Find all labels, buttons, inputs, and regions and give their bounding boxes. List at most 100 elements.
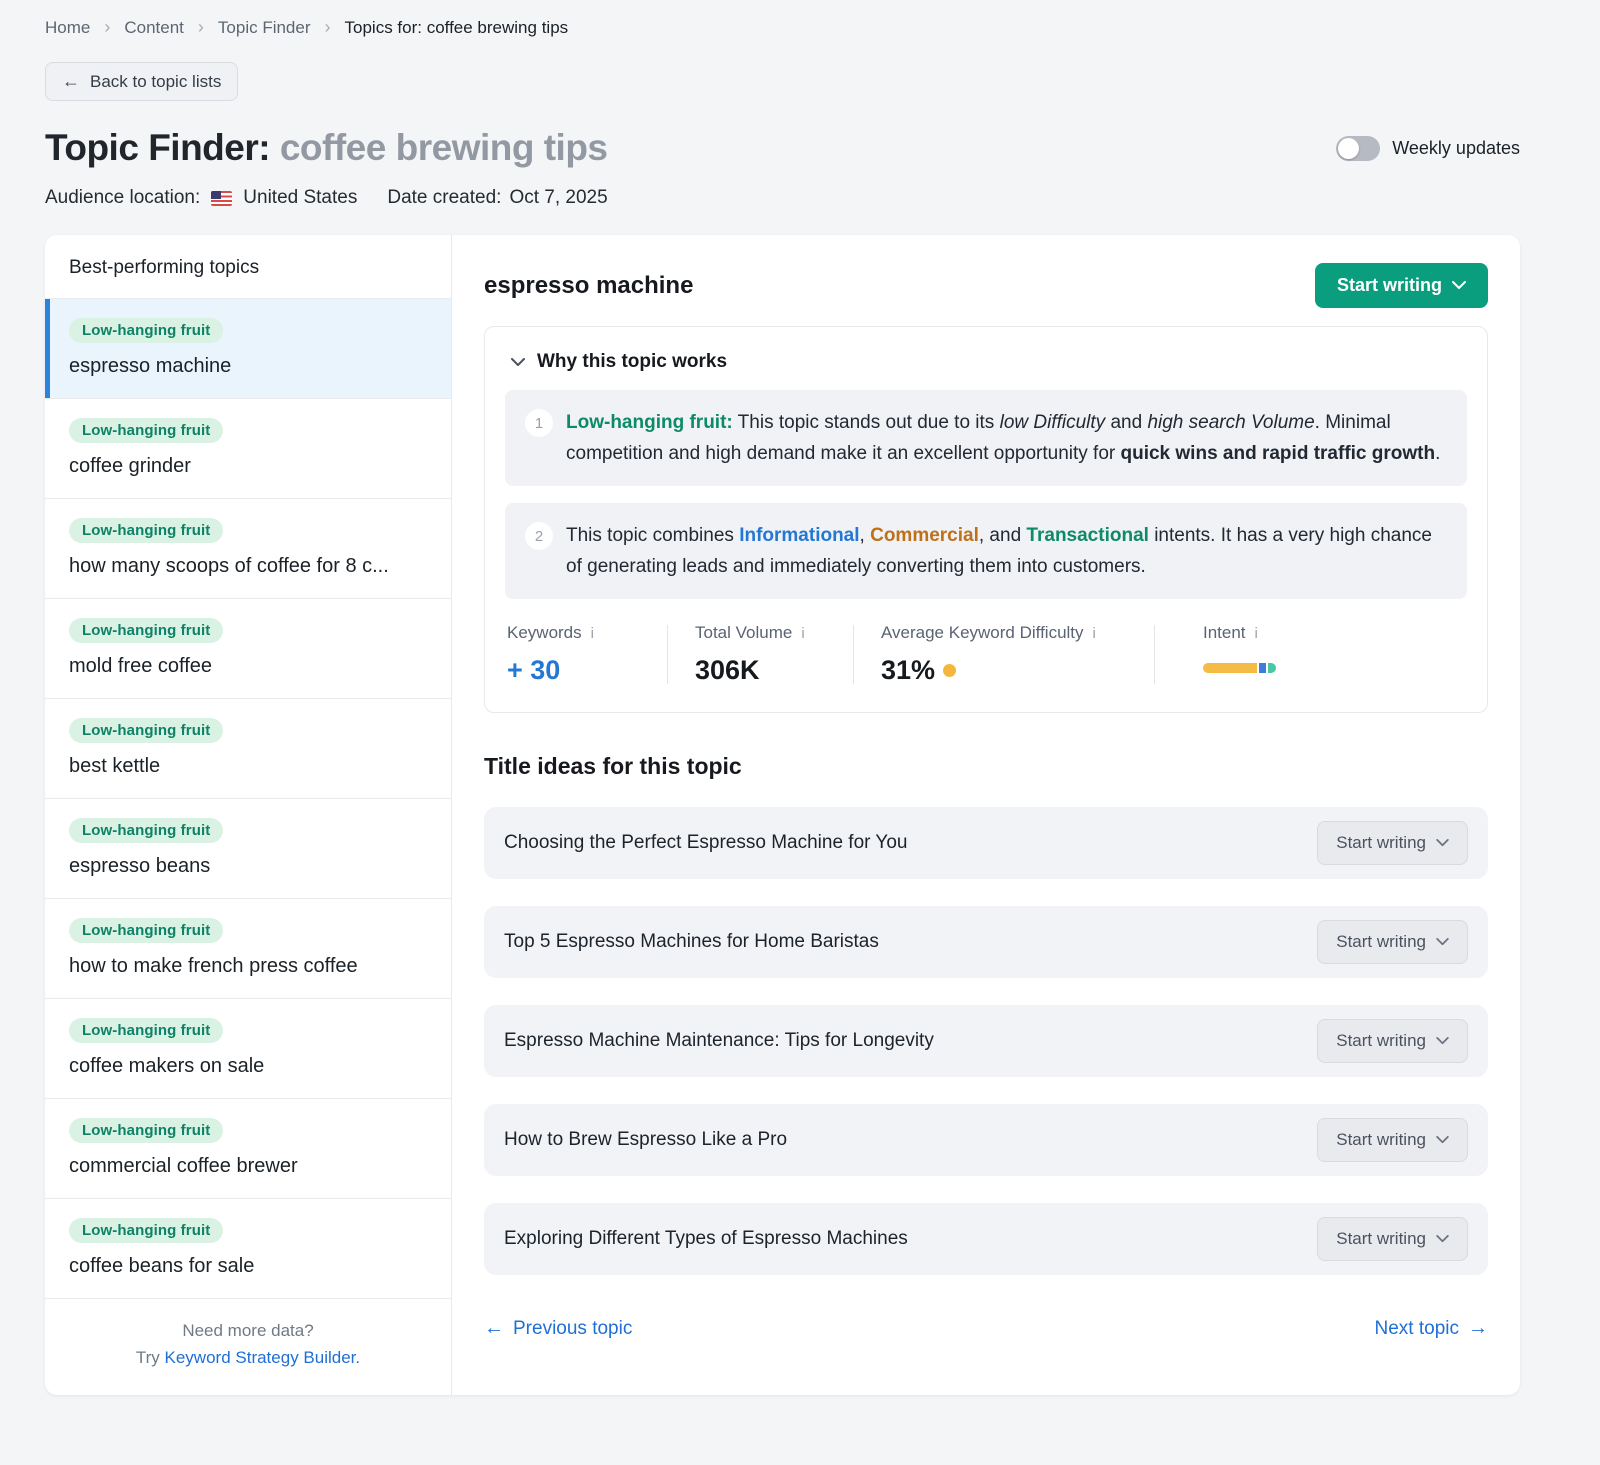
previous-topic-link[interactable]: ← Previous topic — [484, 1317, 632, 1340]
informational-intent-label: Informational — [739, 525, 859, 546]
sidebar-item-espresso-machine[interactable]: Low-hanging fruit espresso machine — [45, 299, 451, 399]
start-writing-idea-button[interactable]: Start writing — [1317, 1217, 1468, 1261]
sidebar-item-coffee-grinder[interactable]: Low-hanging fruit coffee grinder — [45, 399, 451, 499]
why-topic-works-title: Why this topic works — [537, 351, 727, 373]
sidebar-item-coffee-beans-for-sale[interactable]: Low-hanging fruit coffee beans for sale — [45, 1199, 451, 1299]
weekly-updates-control: Weekly updates — [1336, 136, 1520, 161]
sidebar-item-french-press[interactable]: Low-hanging fruit how to make french pre… — [45, 899, 451, 999]
breadcrumb: Home › Content › Topic Finder › Topics f… — [45, 18, 1520, 38]
sidebar-item-mold-free-coffee[interactable]: Low-hanging fruit mold free coffee — [45, 599, 451, 699]
start-writing-idea-button[interactable]: Start writing — [1317, 920, 1468, 964]
weekly-updates-label: Weekly updates — [1392, 138, 1520, 159]
start-writing-label: Start writing — [1336, 1229, 1426, 1249]
breadcrumb-home[interactable]: Home — [45, 18, 90, 38]
title-idea-row-2: Top 5 Espresso Machines for Home Barista… — [484, 906, 1488, 978]
date-created-label: Date created: — [387, 187, 501, 209]
reason-fragment: high search Volume — [1147, 412, 1314, 433]
best-performing-topics-sidebar: Best-performing topics Low-hanging fruit… — [45, 235, 452, 1395]
back-button-label: Back to topic lists — [90, 72, 221, 92]
reason-fragment: . — [1435, 443, 1440, 464]
topic-label: coffee makers on sale — [69, 1055, 427, 1078]
us-flag-icon — [211, 191, 232, 206]
reason-fragment: low Difficulty — [1000, 412, 1106, 433]
commercial-intent-label: Commercial — [870, 525, 979, 546]
keyword-strategy-builder-link[interactable]: Keyword Strategy Builder. — [165, 1348, 361, 1367]
collapse-chevron-icon[interactable] — [511, 358, 525, 367]
page-title-query: coffee brewing tips — [280, 127, 608, 168]
start-writing-idea-button[interactable]: Start writing — [1317, 821, 1468, 865]
breadcrumb-current: Topics for: coffee brewing tips — [345, 18, 569, 38]
low-hanging-fruit-badge: Low-hanging fruit — [69, 418, 223, 443]
breadcrumb-content[interactable]: Content — [124, 18, 184, 38]
try-text: Try — [136, 1348, 165, 1367]
sidebar-item-coffee-makers-on-sale[interactable]: Low-hanging fruit coffee makers on sale — [45, 999, 451, 1099]
keywords-value: + 30 — [507, 655, 667, 686]
title-idea-row-5: Exploring Different Types of Espresso Ma… — [484, 1203, 1488, 1275]
low-hanging-fruit-badge: Low-hanging fruit — [69, 718, 223, 743]
info-icon[interactable]: i — [1093, 625, 1096, 642]
reason-fragment: , — [860, 525, 871, 546]
reason-fragment: and — [1105, 412, 1147, 433]
low-hanging-fruit-badge: Low-hanging fruit — [69, 818, 223, 843]
start-writing-idea-button[interactable]: Start writing — [1317, 1019, 1468, 1063]
why-topic-works-header[interactable]: Why this topic works — [505, 351, 1467, 373]
reason-fragment: , and — [979, 525, 1027, 546]
start-writing-idea-button[interactable]: Start writing — [1317, 1118, 1468, 1162]
low-hanging-fruit-badge: Low-hanging fruit — [69, 918, 223, 943]
back-to-topic-lists-button[interactable]: ← Back to topic lists — [45, 62, 238, 101]
topic-label: coffee beans for sale — [69, 1255, 427, 1278]
chevron-down-icon — [1436, 1136, 1449, 1144]
next-topic-link[interactable]: Next topic→ — [1375, 1317, 1488, 1340]
topic-label: espresso machine — [69, 355, 427, 378]
reason-number: 2 — [525, 522, 553, 550]
topic-label: how to make french press coffee — [69, 955, 427, 978]
info-icon[interactable]: i — [591, 625, 594, 642]
title-idea-text: Exploring Different Types of Espresso Ma… — [504, 1228, 908, 1250]
total-volume-metric: Total Volumei 306K — [668, 623, 853, 686]
previous-topic-label: Previous topic — [513, 1318, 632, 1340]
start-writing-button[interactable]: Start writing — [1315, 263, 1488, 308]
chevron-down-icon — [1452, 281, 1466, 290]
intent-transactional-segment — [1268, 663, 1276, 673]
breadcrumb-topic-finder[interactable]: Topic Finder — [218, 18, 311, 38]
topic-metrics-row: Keywordsi + 30 Total Volumei 306K Averag… — [505, 623, 1467, 686]
title-idea-text: How to Brew Espresso Like a Pro — [504, 1129, 787, 1151]
title-idea-row-3: Espresso Machine Maintenance: Tips for L… — [484, 1005, 1488, 1077]
need-more-data-text: Need more data? — [69, 1317, 427, 1344]
page-title-prefix: Topic Finder: — [45, 127, 270, 168]
meta-row: Audience location: United States Date cr… — [45, 187, 1520, 209]
info-icon[interactable]: i — [1255, 625, 1258, 642]
chevron-down-icon — [1436, 839, 1449, 847]
start-writing-label: Start writing — [1336, 1031, 1426, 1051]
sidebar-item-best-kettle[interactable]: Low-hanging fruit best kettle — [45, 699, 451, 799]
start-writing-label: Start writing — [1336, 932, 1426, 952]
audience-location-label: Audience location: — [45, 187, 200, 209]
keywords-label: Keywords — [507, 623, 582, 643]
info-icon[interactable]: i — [801, 625, 804, 642]
weekly-updates-toggle[interactable] — [1336, 136, 1380, 161]
title-idea-text: Choosing the Perfect Espresso Machine fo… — [504, 832, 907, 854]
arrow-left-icon: ← — [484, 1317, 504, 1340]
reason-fragment: This topic stands out due to its — [733, 412, 1000, 433]
topic-label: coffee grinder — [69, 455, 427, 478]
why-reason-2: 2 This topic combines Informational, Com… — [505, 503, 1467, 599]
chevron-down-icon — [1436, 1037, 1449, 1045]
topic-finder-page: Home › Content › Topic Finder › Topics f… — [45, 0, 1520, 1395]
breadcrumb-separator-icon: › — [325, 18, 331, 36]
page-title: Topic Finder: coffee brewing tips — [45, 127, 608, 169]
topic-label: espresso beans — [69, 855, 427, 878]
date-created-value: Oct 7, 2025 — [509, 187, 607, 209]
reason-text: This topic combines Informational, Comme… — [566, 520, 1447, 582]
reason-fragment: This topic combines — [566, 525, 739, 546]
intent-label: Intent — [1203, 623, 1246, 643]
sidebar-item-how-many-scoops[interactable]: Low-hanging fruit how many scoops of cof… — [45, 499, 451, 599]
sidebar-item-commercial-coffee-brewer[interactable]: Low-hanging fruit commercial coffee brew… — [45, 1099, 451, 1199]
low-hanging-fruit-badge: Low-hanging fruit — [69, 1018, 223, 1043]
sidebar-item-espresso-beans[interactable]: Low-hanging fruit espresso beans — [45, 799, 451, 899]
topic-detail-panel: espresso machine Start writing Why this … — [452, 235, 1520, 1395]
low-hanging-fruit-badge: Low-hanging fruit — [69, 518, 223, 543]
intent-metric: Intenti — [1155, 623, 1276, 686]
topic-label: how many scoops of coffee for 8 c... — [69, 555, 427, 578]
intent-informational-segment — [1259, 663, 1266, 673]
breadcrumb-separator-icon: › — [104, 18, 110, 36]
